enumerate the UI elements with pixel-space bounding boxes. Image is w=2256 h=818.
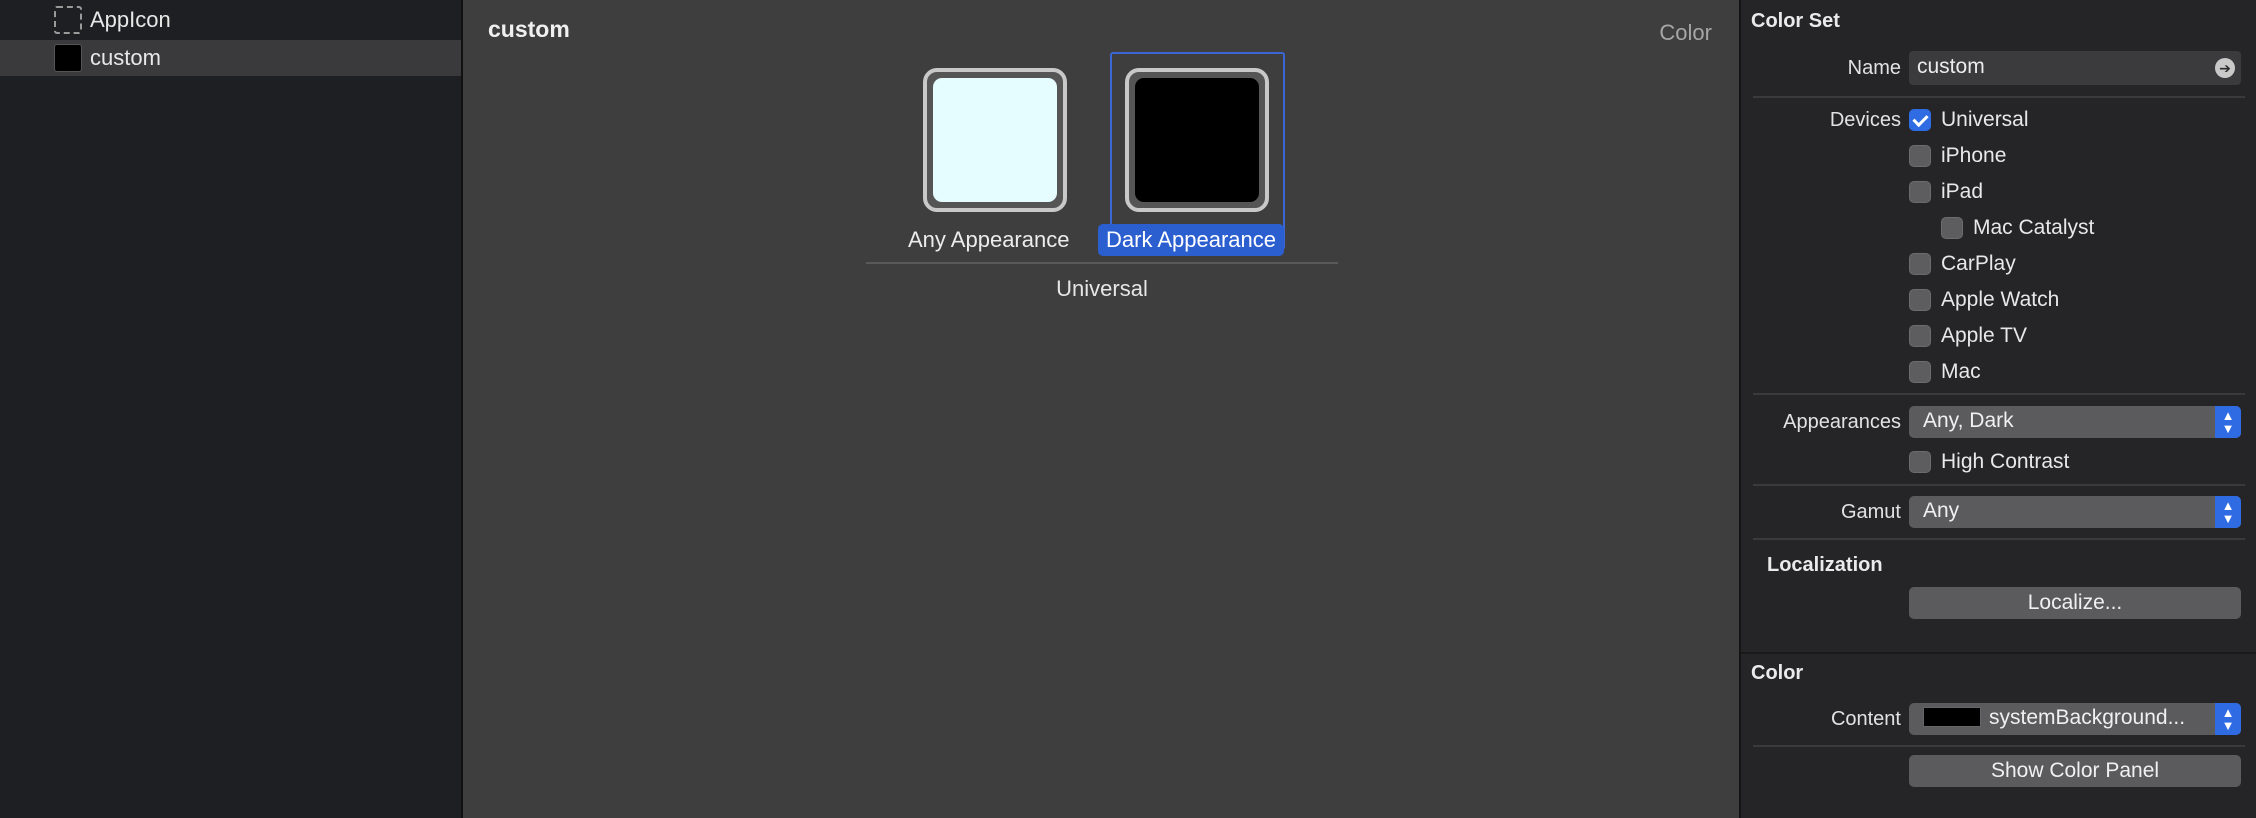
checkbox-label: Apple Watch — [1941, 288, 2060, 311]
checkbox-icon[interactable] — [1909, 181, 1931, 203]
checkbox-icon[interactable] — [1909, 145, 1931, 167]
checkbox-icon[interactable] — [1941, 217, 1963, 239]
divider — [1753, 393, 2245, 395]
color-section-title: Color — [1751, 662, 1804, 684]
checkbox-icon[interactable] — [1909, 325, 1931, 347]
asset-list-sidebar: AppIcon custom — [0, 0, 463, 818]
arrow-right-circle-icon[interactable]: ➔ — [2215, 58, 2235, 78]
device-group-label: Universal — [1056, 276, 1148, 301]
name-value: custom — [1917, 55, 1985, 78]
content-color-chip — [1923, 707, 1981, 727]
name-label: Name — [1847, 57, 1901, 79]
checkbox-label: iPad — [1941, 180, 1984, 203]
content-popup[interactable]: systemBackground... ▲ ▼ — [1909, 703, 2241, 735]
asset-row-appicon[interactable]: AppIcon — [0, 2, 461, 38]
gamut-value: Any — [1923, 499, 1960, 522]
asset-label: custom — [90, 45, 161, 70]
device-checkbox-mac-catalyst[interactable]: Mac Catalyst — [1941, 216, 2094, 240]
popup-chevron-updown-icon: ▲ ▼ — [2215, 703, 2241, 735]
checkbox-label: High Contrast — [1941, 450, 2070, 473]
dark-appearance-swatch — [1135, 78, 1259, 202]
asset-kind-label: Color — [1659, 20, 1712, 45]
device-checkbox-carplay[interactable]: CarPlay — [1909, 252, 2016, 276]
dark-appearance-color-well[interactable] — [1125, 68, 1269, 212]
asset-editor: custom Color Any Appearance Dark Appeara… — [463, 0, 1739, 818]
divider — [1753, 96, 2245, 98]
section-divider — [1741, 652, 2256, 654]
any-appearance-swatch — [933, 78, 1057, 202]
gamut-label: Gamut — [1840, 501, 1901, 523]
appicon-placeholder-icon — [54, 6, 82, 34]
device-checkbox-apple-watch[interactable]: Apple Watch — [1909, 288, 2059, 312]
checkbox-icon[interactable] — [1909, 289, 1931, 311]
any-appearance-label[interactable]: Any Appearance — [900, 224, 1077, 256]
dark-appearance-label[interactable]: Dark Appearance — [1098, 224, 1284, 256]
checkbox-label: iPhone — [1941, 144, 2007, 167]
group-divider — [866, 262, 1338, 264]
attributes-inspector: Color Set Name custom ➔ Devices Universa… — [1739, 0, 2256, 818]
checkbox-label: Apple TV — [1941, 324, 2027, 347]
color-set-section-title: Color Set — [1751, 10, 1840, 32]
appearances-label: Appearances — [1783, 411, 1901, 433]
popup-chevron-updown-icon: ▲ ▼ — [2215, 406, 2241, 438]
color-swatch-icon — [54, 44, 82, 72]
name-field[interactable]: custom ➔ — [1909, 51, 2241, 85]
device-checkbox-mac[interactable]: Mac — [1909, 360, 1981, 384]
content-label: Content — [1830, 708, 1901, 730]
checkbox-label: Universal — [1941, 108, 2029, 131]
checkbox-checked-icon[interactable] — [1909, 109, 1931, 131]
xcode-asset-catalog: AppIcon custom custom Color Any Appearan… — [0, 0, 2256, 818]
asset-title: custom — [488, 16, 570, 42]
checkbox-icon[interactable] — [1909, 451, 1931, 473]
any-appearance-color-well[interactable] — [923, 68, 1067, 212]
gamut-popup[interactable]: Any ▲ ▼ — [1909, 496, 2241, 528]
checkbox-label: Mac — [1941, 360, 1981, 383]
content-value: systemBackground... — [1989, 706, 2186, 729]
divider — [1753, 484, 2245, 486]
checkbox-icon[interactable] — [1909, 253, 1931, 275]
asset-label: AppIcon — [90, 7, 171, 32]
high-contrast-checkbox[interactable]: High Contrast — [1909, 450, 2069, 474]
checkbox-label: CarPlay — [1941, 252, 2016, 275]
device-checkbox-universal[interactable]: Universal — [1909, 108, 2029, 132]
show-color-panel-button[interactable]: Show Color Panel — [1909, 755, 2241, 787]
popup-chevron-updown-icon: ▲ ▼ — [2215, 496, 2241, 528]
device-checkbox-apple-tv[interactable]: Apple TV — [1909, 324, 2027, 348]
appearances-popup[interactable]: Any, Dark ▲ ▼ — [1909, 406, 2241, 438]
checkbox-icon[interactable] — [1909, 361, 1931, 383]
localize-button[interactable]: Localize... — [1909, 587, 2241, 619]
checkbox-label: Mac Catalyst — [1973, 216, 2095, 239]
localization-section-title: Localization — [1767, 554, 1883, 576]
appearances-value: Any, Dark — [1923, 409, 2014, 432]
devices-label: Devices — [1829, 109, 1901, 131]
asset-row-custom[interactable]: custom — [0, 40, 461, 76]
device-checkbox-iphone[interactable]: iPhone — [1909, 144, 2006, 168]
divider — [1753, 745, 2245, 747]
divider — [1753, 538, 2245, 540]
device-checkbox-ipad[interactable]: iPad — [1909, 180, 1983, 204]
